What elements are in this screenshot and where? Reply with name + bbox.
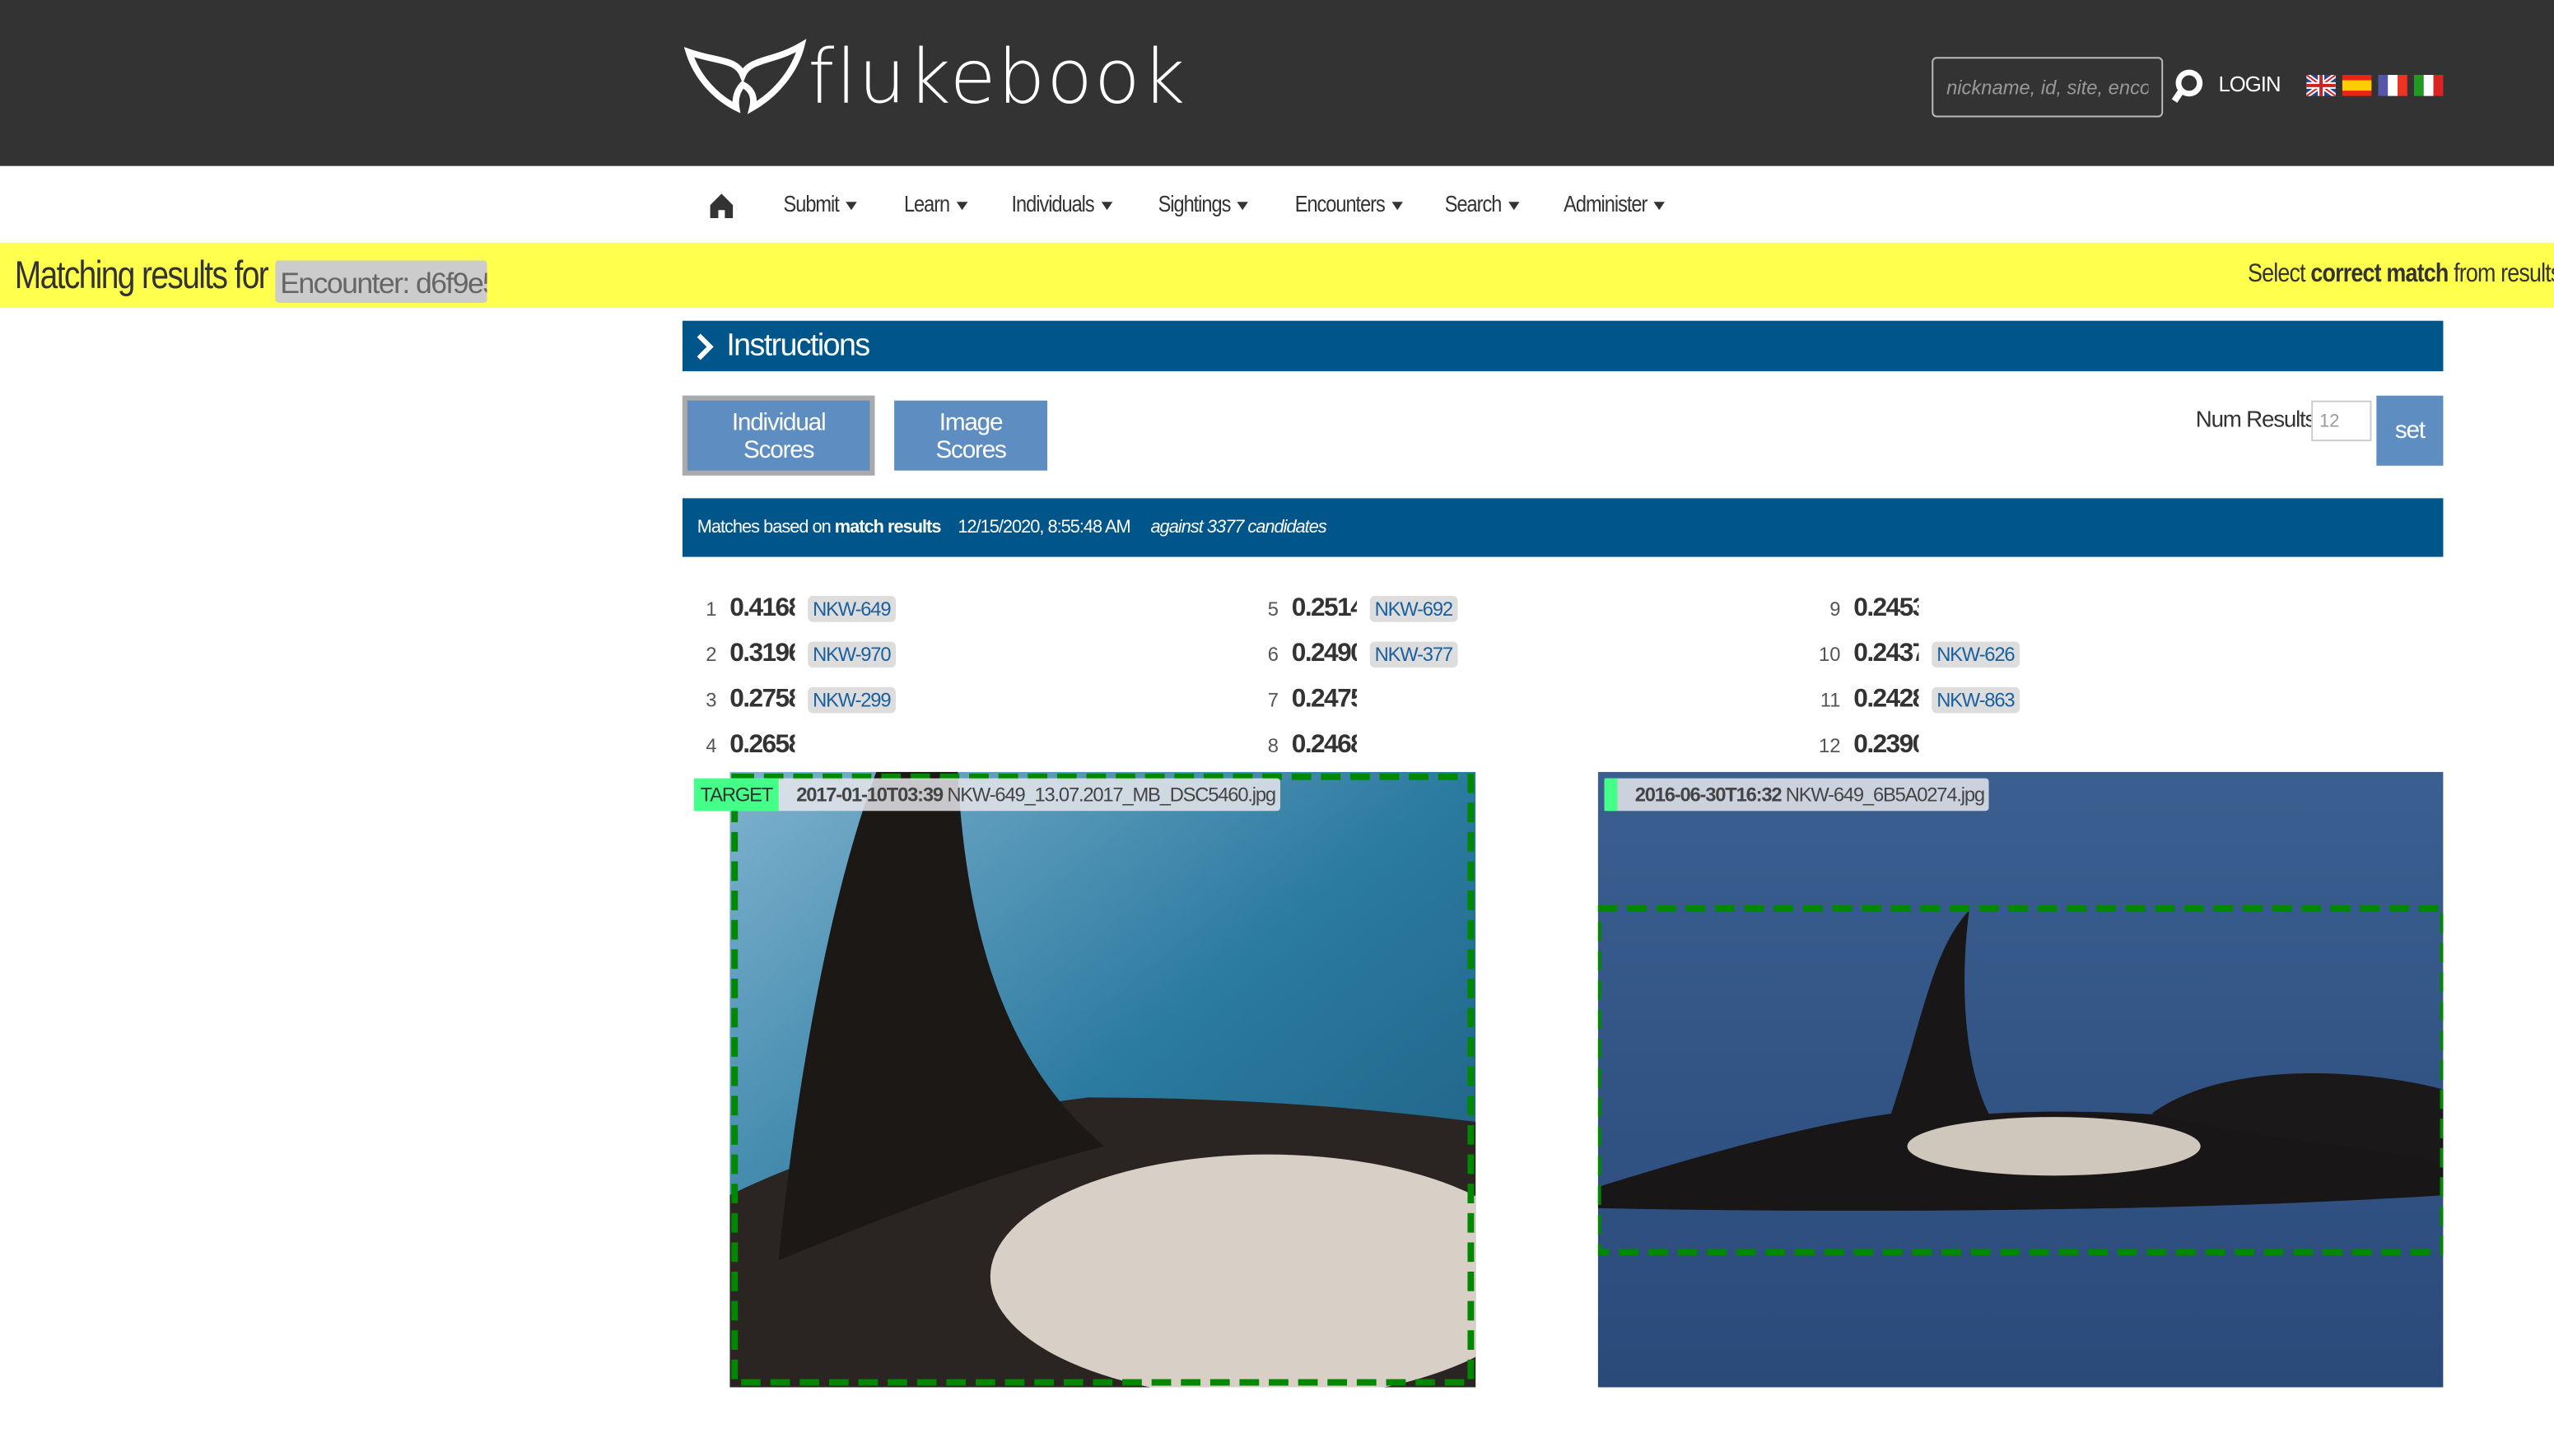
result-row[interactable]: 10 0.2437 NKW-626 [1808, 638, 2020, 671]
match-whale-photo [1597, 771, 2444, 1388]
result-score: 0.2758 [729, 685, 795, 714]
result-score: 0.2390 [1853, 731, 1919, 759]
flag-spain-icon[interactable] [2342, 75, 2372, 96]
instructions-toggle[interactable]: Instructions [682, 320, 2444, 372]
result-row[interactable]: 4 0.2658 [684, 729, 795, 762]
whale-fluke-icon [683, 39, 807, 114]
nav-administer[interactable]: Administer [1564, 190, 1666, 216]
nav-submit[interactable]: Submit [784, 190, 857, 216]
num-results-label: Num Results: [2195, 405, 2322, 432]
num-results-input[interactable] [2311, 400, 2372, 442]
result-row[interactable]: 1 0.4168 NKW-649 [684, 593, 896, 626]
result-rank: 7 [1267, 688, 1279, 712]
image-scores-tab[interactable]: Image Scores [894, 400, 1048, 471]
logo-text: flukebook [808, 32, 1187, 121]
caret-down-icon [1653, 201, 1666, 210]
page-title: Matching results for [14, 254, 269, 299]
main-nav [0, 165, 2554, 243]
individual-id-link[interactable]: NKW-377 [1369, 641, 1457, 668]
individual-id-link[interactable]: NKW-692 [1369, 596, 1457, 622]
info-timestamp: 12/15/2020, 8:55:48 AM [958, 518, 1130, 537]
result-score: 0.2468 [1291, 731, 1357, 759]
chevron-right-icon [697, 333, 714, 361]
target-date: 2017-01-10T03:39 [796, 783, 944, 807]
result-score: 0.2658 [729, 731, 795, 759]
result-score: 0.4168 [729, 594, 795, 622]
login-link[interactable]: LOGIN [2218, 72, 2281, 96]
result-row[interactable]: 6 0.2490 NKW-377 [1246, 638, 1457, 671]
individual-id-link[interactable]: NKW-970 [808, 641, 896, 668]
result-score: 0.2428 [1853, 685, 1919, 714]
results-list: 1 0.4168 NKW-649 2 0.3196 NKW-970 3 0.2758 NKW-2… [684, 593, 2444, 762]
result-row[interactable]: 11 0.2428 NKW-863 [1808, 684, 2020, 717]
nav-encounters[interactable]: Encounters [1295, 190, 1403, 216]
instructions-label: Instructions [726, 328, 870, 364]
flag-uk-icon[interactable] [2306, 75, 2336, 96]
result-score: 0.3196 [729, 640, 795, 668]
target-badge: TARGET [693, 778, 779, 812]
search-icon[interactable] [2171, 68, 2204, 105]
caret-down-icon [1101, 201, 1112, 210]
result-score: 0.2514 [1291, 594, 1357, 622]
nav-sightings[interactable]: Sightings [1158, 190, 1249, 216]
individual-scores-tab[interactable]: Individual Scores [682, 395, 875, 476]
result-row[interactable]: 8 0.2468 [1246, 729, 1357, 762]
result-score: 0.2490 [1291, 640, 1357, 668]
result-rank: 12 [1819, 734, 1841, 757]
result-score: 0.2475 [1291, 685, 1357, 714]
match-filename[interactable]: NKW-649_6B5A0274.jpg [1786, 784, 1985, 807]
caret-down-icon [1508, 201, 1520, 210]
flag-italy-icon[interactable] [2413, 75, 2444, 96]
result-score: 0.2453 [1853, 594, 1919, 622]
result-row[interactable]: 3 0.2758 NKW-299 [684, 684, 896, 717]
info-candidates: against 3377 candidates [1150, 518, 1327, 537]
result-rank: 9 [1829, 598, 1841, 621]
target-whale-photo [729, 771, 1476, 1388]
caret-down-icon [846, 201, 857, 210]
result-rank: 10 [1819, 643, 1841, 667]
result-rank: 4 [706, 734, 717, 757]
target-image[interactable] [729, 771, 1476, 1388]
target-filename[interactable]: NKW-649_13.07.2017_MB_DSC5460.jpg [947, 784, 1276, 807]
match-date: 2016-06-30T16:32 [1634, 783, 1783, 807]
target-image-label: TARGET 2017-01-10T03:39 NKW-649_13.07.20… [693, 778, 1280, 812]
result-rank: 5 [1267, 598, 1279, 621]
result-rank: 1 [706, 598, 717, 621]
nav-individuals[interactable]: Individuals [1012, 190, 1112, 216]
result-row[interactable]: 12 0.2390 [1808, 729, 1919, 762]
info-prefix: Matches based on [697, 518, 835, 537]
flag-france-icon[interactable] [2378, 75, 2407, 96]
result-row[interactable]: 7 0.2475 [1246, 684, 1357, 717]
result-row[interactable]: 2 0.3196 NKW-970 [684, 638, 896, 671]
set-button[interactable]: set [2376, 395, 2444, 466]
individual-id-link[interactable]: NKW-649 [808, 596, 896, 622]
result-rank: 8 [1267, 734, 1279, 757]
individual-id-link[interactable]: NKW-863 [1932, 686, 2020, 714]
home-icon[interactable] [710, 193, 734, 219]
result-rank: 2 [706, 643, 717, 667]
search-input[interactable] [1932, 57, 2164, 118]
match-image[interactable] [1597, 771, 2444, 1388]
caret-down-icon [1391, 201, 1403, 210]
nav-search[interactable]: Search [1445, 190, 1520, 216]
encounter-link[interactable]: Encounter: d6f9e5... [275, 260, 487, 303]
caret-down-icon [956, 201, 967, 210]
flukebook-logo[interactable]: flukebook [683, 32, 1187, 121]
nav-learn[interactable]: Learn [904, 190, 967, 216]
result-rank: 3 [706, 688, 717, 712]
result-rank: 6 [1267, 643, 1279, 667]
select-instruction: Select correct match from results [2248, 260, 2554, 289]
match-image-label: 2016-06-30T16:32 NKW-649_6B5A0274.jpg [1604, 778, 1989, 812]
individual-id-link[interactable]: NKW-626 [1932, 641, 2020, 668]
result-rank: 11 [1820, 688, 1841, 712]
result-row[interactable]: 5 0.2514 NKW-692 [1246, 593, 1457, 626]
info-algorithm: match results [834, 518, 942, 537]
result-score: 0.2437 [1853, 640, 1919, 668]
caret-down-icon [1237, 201, 1249, 210]
match-info-bar: Matches based on match results 12/15/202… [682, 498, 2444, 557]
individual-id-link[interactable]: NKW-299 [808, 686, 896, 714]
match-indicator [1604, 778, 1618, 812]
result-row[interactable]: 9 0.2453 [1808, 593, 1919, 626]
